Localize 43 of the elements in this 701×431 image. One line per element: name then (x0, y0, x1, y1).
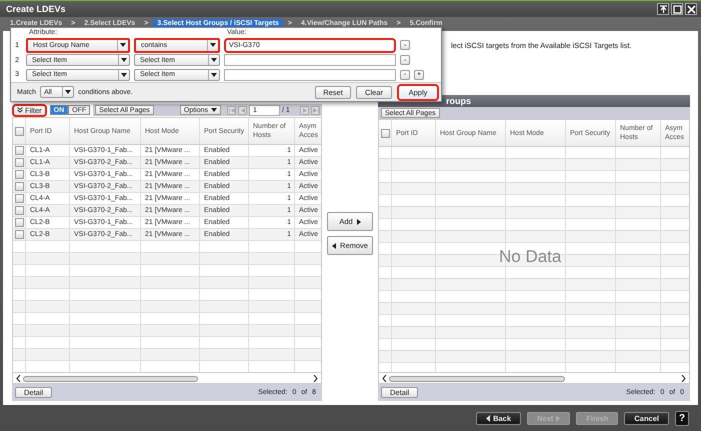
left-triangle-icon (332, 242, 336, 248)
maximize-button[interactable] (671, 3, 683, 15)
caret-icon (211, 108, 217, 112)
next-page-button[interactable] (300, 106, 309, 114)
help-button[interactable]: ? (675, 410, 689, 426)
caret-icon (65, 90, 72, 94)
pin-button[interactable] (657, 3, 669, 15)
right-triangle-icon (356, 218, 361, 224)
right-chevron-icon (556, 414, 560, 422)
no-data-text: No Data (499, 247, 562, 267)
next-page-icon (302, 108, 308, 112)
caret-icon (211, 58, 217, 62)
caret-icon (121, 58, 127, 62)
select-all-checkbox[interactable] (15, 126, 24, 136)
left-chevron-icon (486, 414, 490, 422)
caret-icon (120, 43, 126, 48)
first-page-icon (228, 108, 234, 112)
value-field[interactable] (224, 68, 396, 81)
caret-icon (210, 43, 216, 48)
maximize-icon (672, 4, 682, 14)
row-checkbox[interactable] (15, 158, 24, 167)
previous-page-icon (240, 108, 246, 112)
caret-icon (121, 72, 127, 77)
double-chevron-icon (17, 107, 23, 113)
pin-icon (658, 4, 668, 14)
row-checkbox[interactable] (15, 194, 24, 203)
previous-page-button[interactable] (238, 106, 247, 114)
row-checkbox[interactable] (15, 230, 24, 239)
row-checkbox[interactable] (15, 206, 24, 215)
panel-title: roups (446, 96, 472, 106)
row-checkbox[interactable] (15, 146, 24, 155)
row-checkbox[interactable] (15, 218, 24, 227)
row-checkbox[interactable] (15, 170, 24, 179)
window-title: Create LDEVs (6, 4, 66, 14)
close-button[interactable] (685, 3, 697, 15)
value-field[interactable] (224, 54, 396, 66)
first-page-button[interactable] (227, 106, 236, 114)
caret-icon (211, 72, 217, 77)
select-all-checkbox[interactable] (381, 128, 390, 138)
close-icon (686, 4, 696, 14)
last-page-icon (312, 108, 318, 112)
last-page-button[interactable] (311, 106, 320, 114)
row-checkbox[interactable] (15, 182, 24, 191)
